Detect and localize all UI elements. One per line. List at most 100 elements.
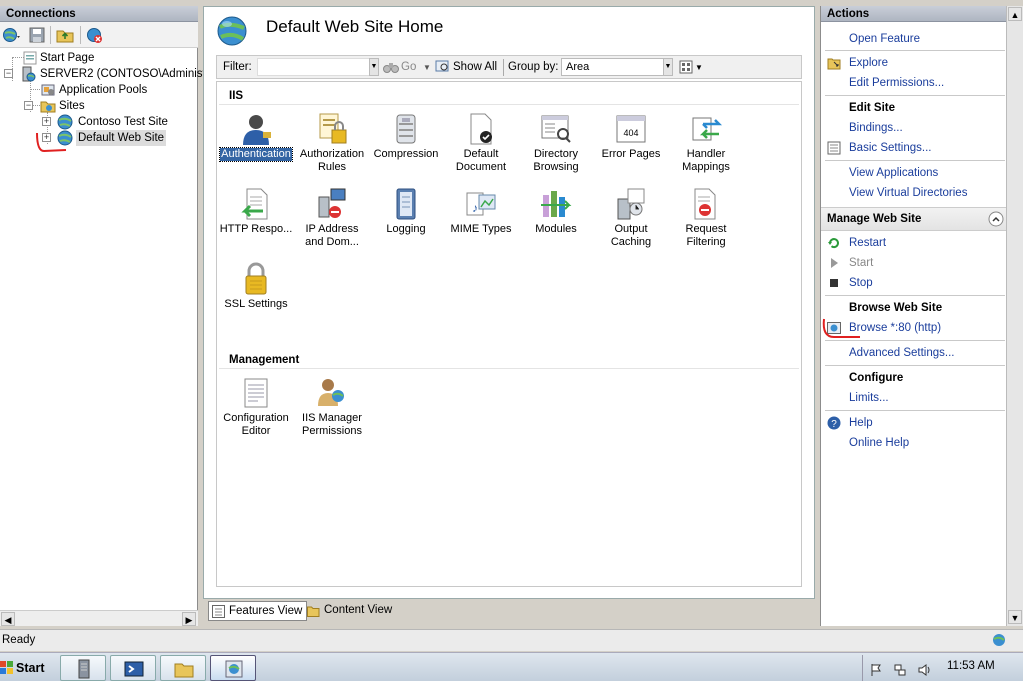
- show-all-button[interactable]: Show All: [453, 61, 497, 73]
- feature-authentication[interactable]: Authentication: [218, 112, 294, 162]
- status-bar: Ready: [0, 629, 1023, 651]
- volume-icon[interactable]: [917, 663, 931, 677]
- compression-icon: [396, 114, 416, 144]
- view-applications-link[interactable]: View Applications: [849, 167, 938, 179]
- ssl-settings-icon: [245, 262, 267, 295]
- binoculars-icon[interactable]: [383, 60, 399, 74]
- go-dropdown-icon[interactable]: ▼: [423, 63, 431, 72]
- tree-item-application-pools[interactable]: Application Pools: [0, 82, 198, 98]
- feature-label: Compression: [373, 148, 439, 160]
- feature-configuration-editor[interactable]: Configuration Editor: [218, 376, 294, 438]
- save-icon[interactable]: [28, 26, 46, 44]
- handler-mappings-icon: [692, 117, 723, 141]
- connections-horizontal-scrollbar[interactable]: ◀ ▶: [0, 610, 198, 626]
- expand-icon[interactable]: +: [42, 117, 51, 126]
- taskbar-explorer[interactable]: [160, 655, 206, 681]
- feature-mime-types[interactable]: ♪ MIME Types: [443, 187, 519, 236]
- start-link[interactable]: Start: [849, 257, 873, 269]
- feature-iis-manager-permissions[interactable]: IIS Manager Permissions: [294, 376, 370, 438]
- default-document-icon: [470, 113, 492, 145]
- tab-content-view[interactable]: Content View: [304, 601, 396, 621]
- group-by-select[interactable]: Area: [561, 58, 673, 76]
- feature-modules[interactable]: Modules: [518, 187, 594, 236]
- scroll-right-icon[interactable]: ▶: [182, 612, 196, 626]
- taskbar-iis-manager[interactable]: [210, 655, 256, 681]
- bindings-link[interactable]: Bindings...: [849, 122, 903, 134]
- output-caching-icon: [617, 188, 645, 220]
- action-center-flag-icon[interactable]: [869, 663, 883, 677]
- start-button[interactable]: Start: [0, 655, 52, 681]
- taskbar-server-manager[interactable]: [60, 655, 106, 681]
- go-button[interactable]: Go: [401, 61, 416, 73]
- tree-item-start-page[interactable]: Start Page: [0, 50, 198, 66]
- stop-link[interactable]: Stop: [849, 277, 873, 289]
- feature-default-document[interactable]: Default Document: [443, 112, 519, 174]
- powershell-icon: [124, 661, 144, 677]
- tree-item-contoso-test-site[interactable]: + Contoso Test Site: [0, 114, 198, 130]
- help-link[interactable]: Help: [849, 417, 873, 429]
- feature-compression[interactable]: Compression: [368, 112, 444, 161]
- site-globe-icon: [217, 16, 247, 46]
- taskbar-powershell[interactable]: [110, 655, 156, 681]
- basic-settings-link[interactable]: Basic Settings...: [849, 142, 931, 154]
- browse-link[interactable]: Browse *:80 (http): [849, 322, 941, 334]
- mime-types-icon: ♪: [466, 192, 496, 216]
- online-help-link[interactable]: Online Help: [849, 437, 909, 449]
- feature-directory-browsing[interactable]: Directory Browsing: [518, 112, 594, 174]
- view-virtual-directories-link[interactable]: View Virtual Directories: [849, 187, 967, 199]
- tree-label: Contoso Test Site: [78, 116, 168, 128]
- feature-label: Configuration Editor: [223, 412, 289, 437]
- limits-link[interactable]: Limits...: [849, 392, 889, 404]
- restart-link[interactable]: Restart: [849, 237, 886, 249]
- explore-link[interactable]: Explore: [849, 57, 888, 69]
- filter-dropdown-icon[interactable]: ▼: [369, 58, 379, 76]
- status-text: Ready: [2, 634, 36, 646]
- windows-logo-icon: [0, 661, 13, 674]
- error-pages-badge: 404: [623, 128, 638, 138]
- up-folder-icon[interactable]: [56, 26, 74, 44]
- edit-permissions-link[interactable]: Edit Permissions...: [849, 77, 944, 89]
- actions-vertical-scrollbar[interactable]: ▲ ▼: [1006, 6, 1023, 626]
- scroll-up-icon[interactable]: ▲: [1008, 7, 1022, 21]
- feature-http-response[interactable]: HTTP Respo...: [218, 187, 294, 236]
- clock-time[interactable]: 11:53 AM: [947, 660, 995, 672]
- taskbar: Start 11:53 AM: [0, 652, 1023, 681]
- tab-features-view[interactable]: Features View: [208, 601, 308, 621]
- view-mode-icon[interactable]: [679, 60, 693, 74]
- authentication-icon: [243, 115, 271, 145]
- group-by-dropdown-icon[interactable]: ▼: [663, 58, 673, 76]
- feature-output-caching[interactable]: Output Caching: [593, 187, 669, 249]
- feature-handler-mappings[interactable]: Handler Mappings: [668, 112, 744, 174]
- tree-label: Sites: [59, 100, 85, 112]
- feature-error-pages[interactable]: 404 Error Pages: [593, 112, 669, 161]
- network-icon[interactable]: [893, 663, 907, 677]
- view-mode-dropdown-icon[interactable]: ▼: [695, 63, 703, 72]
- logging-icon: [396, 188, 416, 220]
- show-all-icon: [435, 60, 449, 72]
- tree-item-sites[interactable]: − Sites: [0, 98, 198, 114]
- tree-item-server[interactable]: − SERVER2 (CONTOSO\Administra: [0, 66, 216, 82]
- manage-web-site-header: Manage Web Site: [827, 213, 922, 225]
- collapse-icon[interactable]: −: [24, 101, 33, 110]
- feature-authorization-rules[interactable]: Authorization Rules: [294, 112, 370, 174]
- stop-icon: [830, 279, 838, 287]
- feature-logging[interactable]: Logging: [368, 187, 444, 236]
- feature-ssl-settings[interactable]: SSL Settings: [218, 262, 294, 311]
- red-annotation-mark: [36, 132, 67, 153]
- feature-request-filtering[interactable]: Request Filtering: [668, 187, 744, 249]
- advanced-settings-link[interactable]: Advanced Settings...: [849, 347, 954, 359]
- tab-label: Content View: [324, 604, 393, 616]
- scroll-down-icon[interactable]: ▼: [1008, 610, 1022, 624]
- collapse-section-icon[interactable]: [988, 211, 1004, 227]
- scroll-left-icon[interactable]: ◀: [1, 612, 15, 626]
- directory-browsing-icon: [541, 115, 571, 143]
- filter-input[interactable]: [257, 58, 379, 76]
- open-feature-link[interactable]: Open Feature: [849, 33, 920, 45]
- disconnect-icon[interactable]: [86, 26, 104, 44]
- feature-label: Logging: [386, 223, 426, 235]
- collapse-icon[interactable]: −: [4, 69, 13, 78]
- feature-ip-address[interactable]: IP Address and Dom...: [294, 187, 370, 249]
- tab-label: Features View: [229, 605, 303, 617]
- group-header-management: Management: [229, 354, 300, 366]
- connect-globe-icon[interactable]: [2, 26, 20, 44]
